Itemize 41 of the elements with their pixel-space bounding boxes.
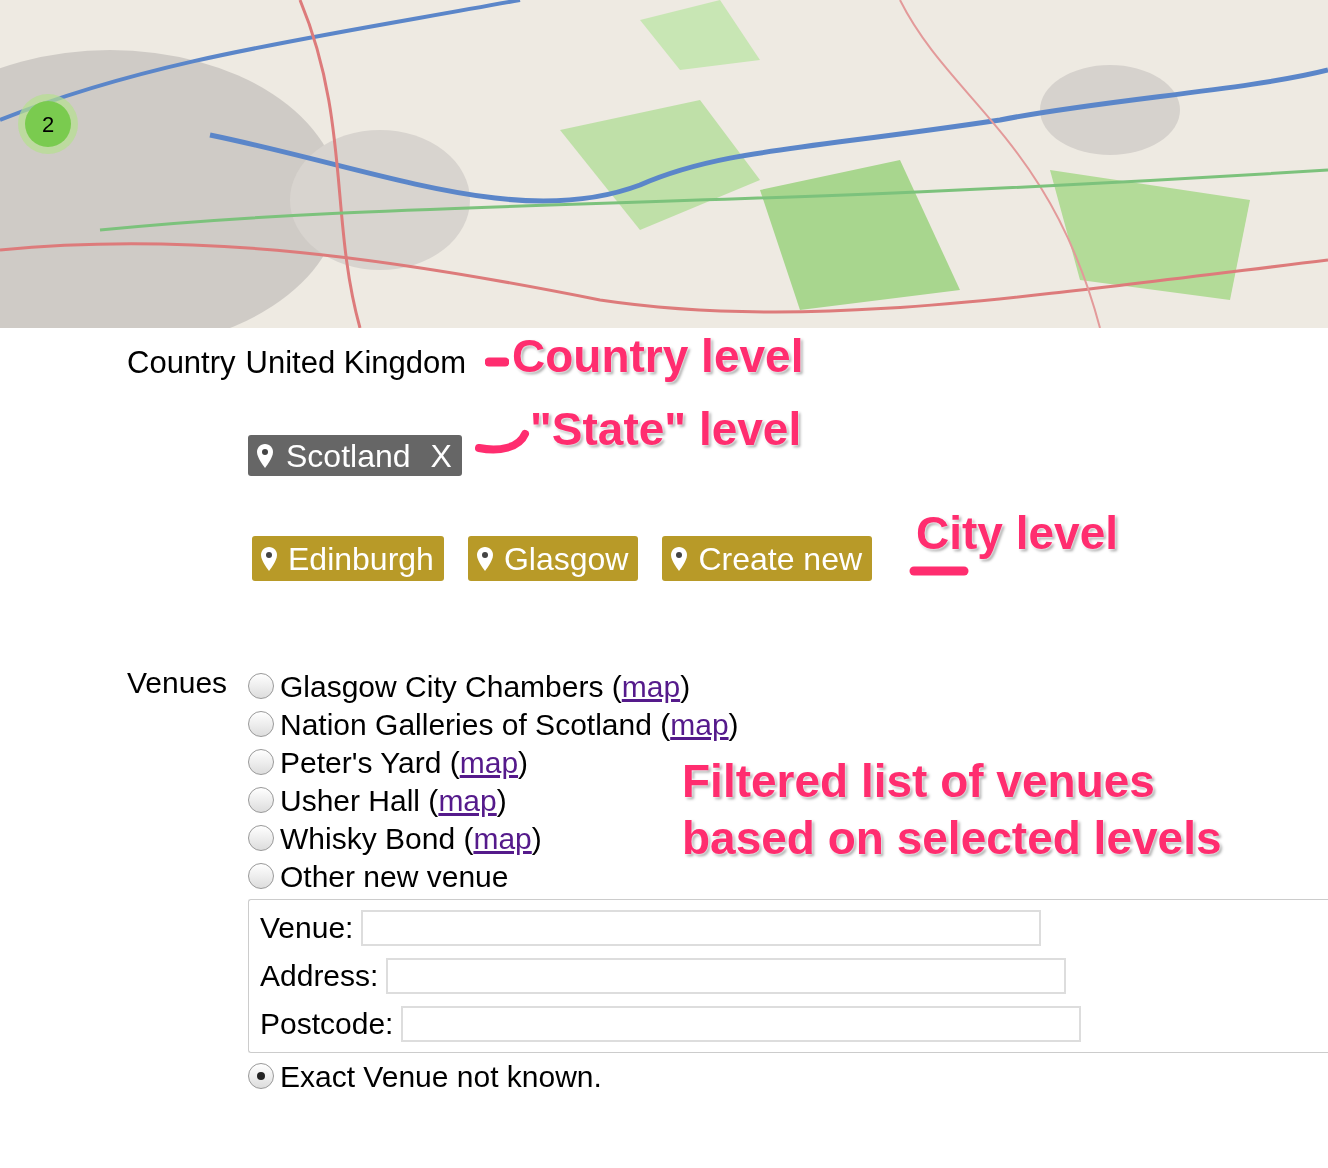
cluster-marker[interactable]: 2 (25, 101, 71, 147)
tag-label: Scotland (286, 436, 411, 476)
venue-label: Whisky Bond (map) (280, 820, 542, 857)
annotation-text: City level (916, 506, 1118, 561)
annotation-text: "State" level (530, 402, 802, 457)
map-link[interactable]: map (621, 669, 681, 703)
venue-label: Exact Venue not known. (280, 1058, 602, 1095)
annotation-stroke (474, 428, 530, 456)
country-value: United Kingdom (245, 345, 467, 381)
radio-button[interactable] (248, 673, 274, 699)
venues-label: Venues (127, 667, 229, 701)
input-field[interactable] (401, 1006, 1082, 1042)
annotation-stroke (485, 355, 509, 369)
radio-button[interactable] (248, 787, 274, 813)
map-link[interactable]: map (459, 745, 519, 779)
input-field[interactable] (361, 910, 1042, 946)
radio-button[interactable] (248, 1063, 274, 1089)
country-label: Country (127, 345, 236, 381)
field-label: Address: (260, 958, 379, 994)
radio-button[interactable] (248, 825, 274, 851)
venue-label: Usher Hall (map) (280, 782, 507, 819)
radio-button[interactable] (248, 749, 274, 775)
venue-label: Glasgow City Chambers (map) (280, 668, 691, 705)
radio-button[interactable] (248, 863, 274, 889)
map-link[interactable]: map (670, 707, 729, 741)
pin-icon (670, 545, 689, 572)
venue-label: Nation Galleries of Scotland (map) (280, 706, 739, 743)
pin-icon (256, 442, 274, 469)
pin-icon (260, 545, 278, 572)
map-link[interactable]: map (438, 783, 497, 817)
field-label: Postcode: (260, 1006, 394, 1042)
annotation-text: Filtered list of venues based on selected levels (682, 754, 1222, 866)
venue-label: Peter's Yard (map) (280, 744, 529, 781)
input-field[interactable] (386, 958, 1067, 994)
annotation-text: Country level (512, 329, 804, 384)
pin-icon (475, 545, 494, 572)
venue-label: Other new venue (280, 858, 509, 895)
radio-button[interactable] (248, 711, 274, 737)
remove-button[interactable]: X (430, 439, 452, 472)
field-label: Venue: (260, 910, 354, 946)
map-link[interactable]: map (473, 821, 532, 855)
